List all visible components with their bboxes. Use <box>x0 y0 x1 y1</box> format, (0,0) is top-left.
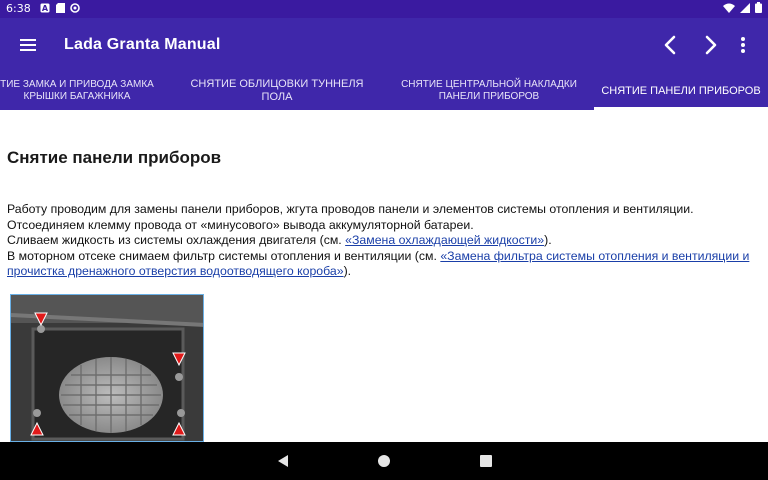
sync-icon <box>70 3 80 13</box>
a-notification-icon: A <box>40 3 50 13</box>
hamburger-menu-icon[interactable] <box>16 33 40 57</box>
article-content: Снятие панели приборов Работу проводим д… <box>0 110 768 442</box>
tab-label-line: СНЯТИЕ ОБЛИЦОВКИ ТУННЕЛЯ <box>190 78 364 90</box>
status-time: 6:38 <box>6 2 31 15</box>
app-title: Lada Granta Manual <box>64 36 221 53</box>
paragraph-line: Работу проводим для замены панели прибор… <box>7 202 694 216</box>
wifi-icon <box>723 3 735 16</box>
paragraph-text: ). <box>544 233 552 247</box>
square-recents-icon[interactable] <box>478 453 494 469</box>
tab-label-line: ПАНЕЛИ ПРИБОРОВ <box>438 91 540 102</box>
sd-card-icon <box>55 3 65 13</box>
tab-tunnel-trim[interactable]: СНЯТИЕ ОБЛИЦОВКИ ТУННЕЛЯ ПОЛА <box>182 72 372 110</box>
tab-label-line: ТИЕ ЗАМКА И ПРИВОДА ЗАМКА <box>0 79 154 90</box>
status-bar: 6:38 A <box>0 0 768 18</box>
triangle-back-icon[interactable] <box>276 453 292 469</box>
chevron-right-icon[interactable] <box>697 32 723 58</box>
tab-trunk-lock[interactable]: ТИЕ ЗАМКА И ПРИВОДА ЗАМКА КРЫШКИ БАГАЖНИК… <box>0 72 182 110</box>
more-vertical-icon[interactable] <box>731 32 755 58</box>
app-bar: Lada Granta Manual <box>0 18 768 72</box>
circle-home-icon[interactable] <box>376 453 392 469</box>
paragraph-line: Сливаем жидкость из системы охлаждения д… <box>7 233 346 247</box>
paragraph-line: В моторном отсеке снимаем фильтр системы… <box>7 248 441 263</box>
tab-instrument-panel[interactable]: СНЯТИЕ ПАНЕЛИ ПРИБОРОВ <box>594 72 768 110</box>
paragraph-text: ). <box>343 264 352 278</box>
tab-label-line: КРЫШКИ БАГАЖНИКА <box>23 91 131 102</box>
signal-icon <box>740 2 750 16</box>
tab-central-panel-cover[interactable]: СНЯТИЕ ЦЕНТРАЛЬНОЙ НАКЛАДКИ ПАНЕЛИ ПРИБОР… <box>388 72 590 110</box>
tab-label-line: ПОЛА <box>261 91 293 103</box>
system-nav-bar <box>0 442 768 480</box>
tab-label: СНЯТИЕ ПАНЕЛИ ПРИБОРОВ <box>601 85 761 97</box>
article-paragraph: Работу проводим для замены панели прибор… <box>7 202 759 280</box>
instrument-panel-photo[interactable] <box>10 294 204 442</box>
paragraph-line: Отсоединяем клемму провода от «минусовог… <box>7 217 474 232</box>
article-heading: Снятие панели приборов <box>7 148 222 167</box>
tab-label-line: СНЯТИЕ ЦЕНТРАЛЬНОЙ НАКЛАДКИ <box>401 79 577 90</box>
battery-icon <box>755 2 762 16</box>
svg-text:A: A <box>42 4 49 13</box>
chevron-left-icon[interactable] <box>658 32 684 58</box>
chapter-tabs: ТИЕ ЗАМКА И ПРИВОДА ЗАМКА КРЫШКИ БАГАЖНИК… <box>0 72 768 110</box>
coolant-replacement-link[interactable]: «Замена охлаждающей жидкости» <box>345 233 544 247</box>
